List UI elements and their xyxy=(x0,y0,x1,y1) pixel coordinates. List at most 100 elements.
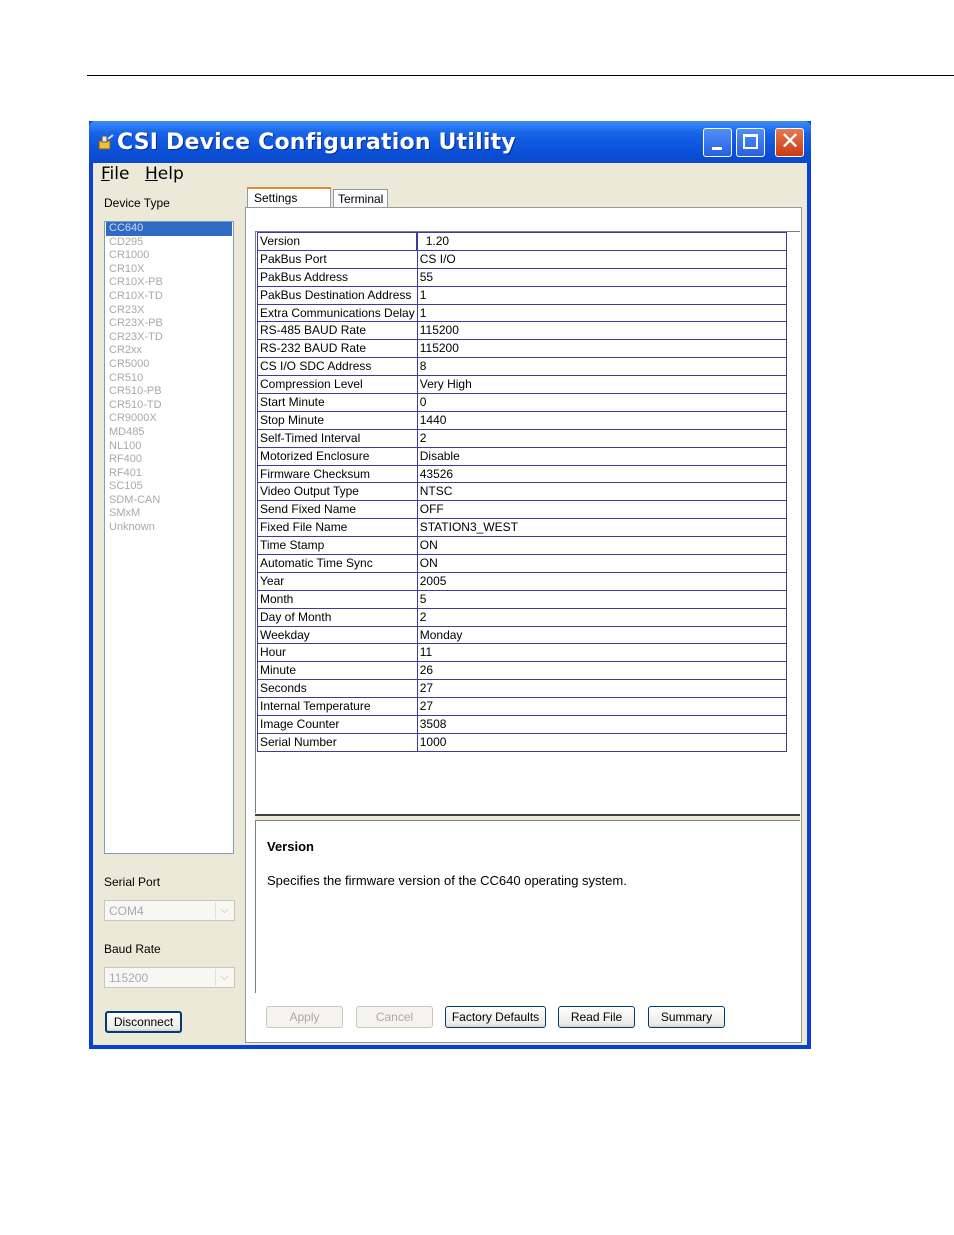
settings-row[interactable]: Extra Communications Delay 1 xyxy=(257,303,787,323)
disconnect-button[interactable]: Disconnect xyxy=(105,1011,182,1033)
device-list-item[interactable]: CR2xx xyxy=(106,344,232,358)
settings-row[interactable]: Minute 26 xyxy=(257,661,787,681)
setting-value[interactable]: 1000 xyxy=(416,732,787,752)
settings-row[interactable]: Month 5 xyxy=(257,589,787,609)
device-list-item[interactable]: Unknown xyxy=(106,521,232,535)
device-list-item[interactable]: CR23X-PB xyxy=(106,317,232,331)
setting-value[interactable]: 1440 xyxy=(416,410,787,430)
settings-row[interactable]: Send Fixed Name OFF xyxy=(257,500,787,520)
settings-row[interactable]: PakBus Destination Address 1 xyxy=(257,285,787,305)
close-button[interactable]: ✕ xyxy=(775,127,804,157)
device-type-list[interactable]: CC640 CD295 CR1000 CR10X CR10X-PB CR10X-TD CR2… xyxy=(104,221,234,854)
setting-value[interactable]: 1.20 xyxy=(416,231,788,252)
settings-row[interactable]: Year 2005 xyxy=(257,571,787,591)
device-list-item[interactable]: CR10X xyxy=(106,263,232,277)
menu-help[interactable]: Help xyxy=(145,164,184,184)
setting-value[interactable]: Monday xyxy=(416,625,787,645)
device-list-item[interactable]: MD485 xyxy=(106,426,232,440)
device-list-item[interactable]: CR510 xyxy=(106,372,232,386)
settings-row[interactable]: RS-485 BAUD Rate 115200 xyxy=(257,321,787,341)
settings-row[interactable]: Video Output Type NTSC xyxy=(257,482,787,502)
chevron-down-icon[interactable]: ⌵ xyxy=(215,969,233,986)
settings-row[interactable]: PakBus Port CS I/O xyxy=(257,249,787,269)
apply-button[interactable]: Apply xyxy=(266,1006,343,1028)
device-list-item[interactable]: CR510-PB xyxy=(106,385,232,399)
settings-row[interactable]: Motorized Enclosure Disable xyxy=(257,446,787,466)
device-list-item[interactable]: RF400 xyxy=(106,453,232,467)
maximize-button[interactable] xyxy=(736,128,765,157)
device-list-item[interactable]: SDM-CAN xyxy=(106,494,232,508)
setting-value[interactable]: 55 xyxy=(416,267,787,287)
setting-value[interactable]: 11 xyxy=(416,643,787,663)
setting-value[interactable]: 43526 xyxy=(416,464,787,484)
settings-row[interactable]: RS-232 BAUD Rate 115200 xyxy=(257,339,787,359)
menu-file[interactable]: File xyxy=(101,164,129,184)
setting-value[interactable]: 1 xyxy=(416,285,787,305)
setting-value[interactable]: 2 xyxy=(416,428,787,448)
settings-row[interactable]: Fixed File Name STATION3_WEST xyxy=(257,518,787,538)
factory-defaults-button[interactable]: Factory Defaults xyxy=(445,1006,546,1028)
setting-value[interactable]: ON xyxy=(416,536,787,556)
device-list-item[interactable]: CD295 xyxy=(106,236,232,250)
setting-value[interactable]: 2 xyxy=(416,607,787,627)
setting-value[interactable]: 8 xyxy=(416,357,787,377)
cancel-button[interactable]: Cancel xyxy=(356,1006,433,1028)
settings-row[interactable]: Version 1.20 xyxy=(257,231,788,252)
device-list-item[interactable]: CR10X-TD xyxy=(106,290,232,304)
device-list-item[interactable]: SMxM xyxy=(106,507,232,521)
setting-value[interactable]: OFF xyxy=(416,500,787,520)
settings-row[interactable]: Automatic Time Sync ON xyxy=(257,554,787,573)
device-list-item[interactable]: CC640 xyxy=(106,222,232,236)
setting-value[interactable]: 1 xyxy=(416,303,787,323)
read-file-button[interactable]: Read File xyxy=(558,1006,635,1028)
serial-port-select[interactable]: COM4 ⌵ xyxy=(104,900,235,921)
summary-button[interactable]: Summary xyxy=(648,1006,725,1028)
settings-row[interactable]: Compression Level Very High xyxy=(257,375,787,395)
setting-value[interactable]: NTSC xyxy=(416,482,787,502)
setting-value[interactable]: 27 xyxy=(416,679,787,699)
device-list-item[interactable]: CR10X-PB xyxy=(106,276,232,290)
setting-value[interactable]: Disable xyxy=(416,446,787,466)
settings-row[interactable]: Weekday Monday xyxy=(257,625,787,645)
setting-value[interactable]: 2005 xyxy=(416,571,787,591)
device-list-item[interactable]: CR23X xyxy=(106,304,232,318)
splitter-handle[interactable] xyxy=(255,814,800,821)
setting-value[interactable]: 0 xyxy=(416,393,787,412)
setting-value[interactable]: 115200 xyxy=(416,321,787,341)
device-list-item[interactable]: CR1000 xyxy=(106,249,232,263)
device-list-item[interactable]: CR9000X xyxy=(106,412,232,426)
chevron-down-icon[interactable]: ⌵ xyxy=(215,902,233,919)
tab-terminal[interactable]: Terminal xyxy=(333,189,388,208)
minimize-button[interactable] xyxy=(703,128,732,157)
settings-row[interactable]: CS I/O SDC Address 8 xyxy=(257,357,787,377)
device-list-item[interactable]: CR510-TD xyxy=(106,399,232,413)
setting-value[interactable]: ON xyxy=(416,554,787,573)
setting-value[interactable]: 3508 xyxy=(416,715,787,734)
settings-row[interactable]: Stop Minute 1440 xyxy=(257,410,787,430)
settings-row[interactable]: Seconds 27 xyxy=(257,679,787,699)
device-list-item[interactable]: SC105 xyxy=(106,480,232,494)
settings-row[interactable]: Internal Temperature 27 xyxy=(257,697,787,717)
settings-row[interactable]: Firmware Checksum 43526 xyxy=(257,464,787,484)
baud-rate-select[interactable]: 115200 ⌵ xyxy=(104,967,235,988)
device-list-item[interactable]: CR23X-TD xyxy=(106,331,232,345)
setting-value[interactable]: 27 xyxy=(416,697,787,717)
settings-row[interactable]: Serial Number 1000 xyxy=(257,732,787,752)
setting-value[interactable]: 115200 xyxy=(416,339,787,359)
setting-value[interactable]: STATION3_WEST xyxy=(416,518,787,538)
settings-row[interactable]: Time Stamp ON xyxy=(257,536,787,556)
setting-value[interactable]: Very High xyxy=(416,375,787,395)
device-list-item[interactable]: NL100 xyxy=(106,440,232,454)
settings-row[interactable]: Start Minute 0 xyxy=(257,393,787,412)
settings-row[interactable]: Hour 11 xyxy=(257,643,787,663)
title-bar[interactable]: CSI Device Configuration Utility ✕ xyxy=(89,121,811,163)
setting-value[interactable]: 5 xyxy=(416,589,787,609)
tab-settings-editor[interactable]: Settings Editor xyxy=(247,187,331,219)
settings-row[interactable]: Day of Month 2 xyxy=(257,607,787,627)
settings-row[interactable]: PakBus Address 55 xyxy=(257,267,787,287)
device-list-item[interactable]: CR5000 xyxy=(106,358,232,372)
setting-value[interactable]: 26 xyxy=(416,661,787,681)
device-list-item[interactable]: RF401 xyxy=(106,467,232,481)
setting-value[interactable]: CS I/O xyxy=(416,249,787,269)
settings-row[interactable]: Self-Timed Interval 2 xyxy=(257,428,787,448)
